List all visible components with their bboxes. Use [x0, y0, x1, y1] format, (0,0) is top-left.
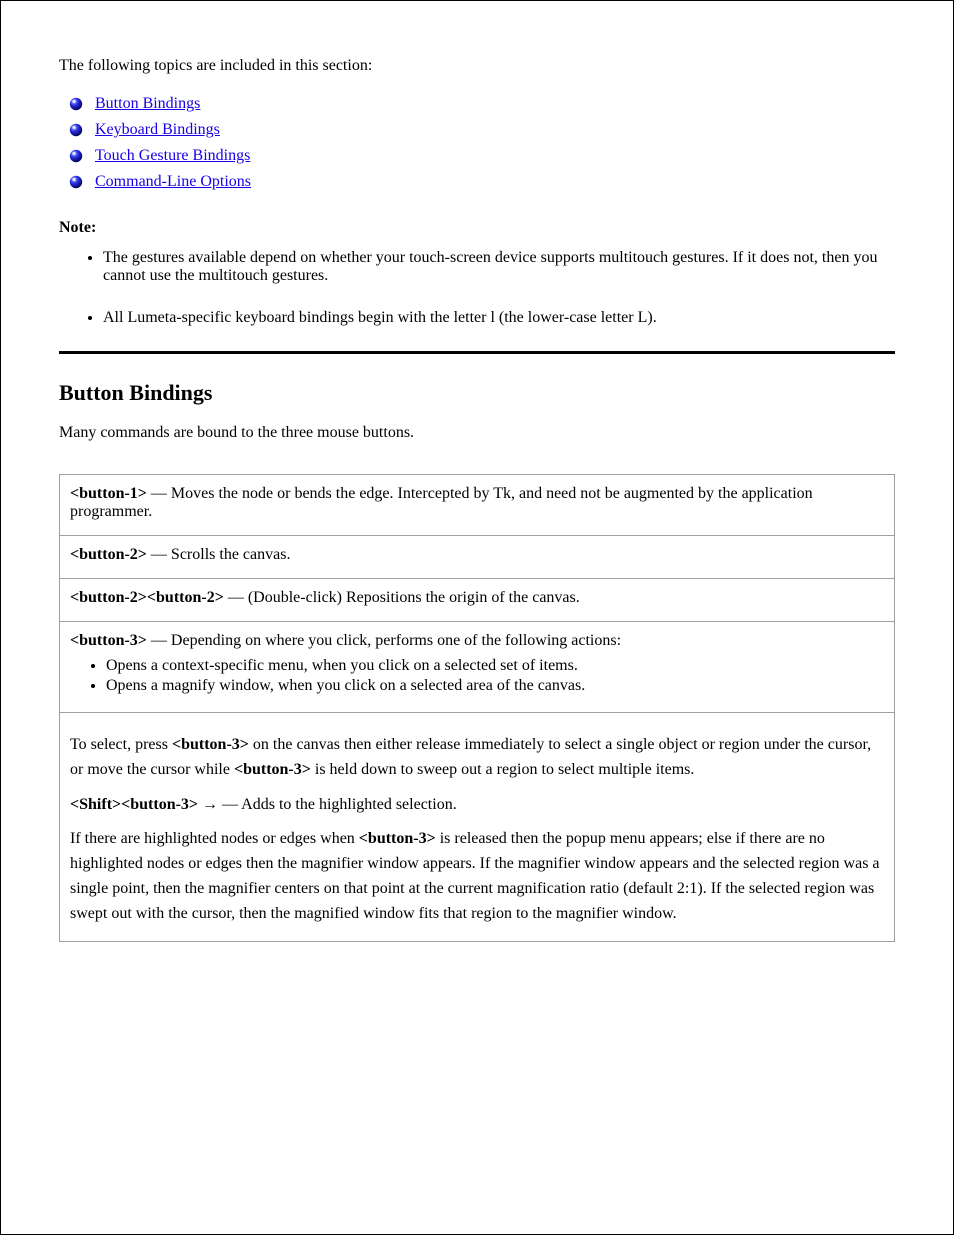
keystroke: <button-3>	[172, 736, 249, 753]
binding-description: —	[228, 589, 248, 606]
list-item: Keyboard Bindings	[69, 117, 895, 143]
paragraph: To select, press <button-3> on the canva…	[70, 733, 884, 783]
divider	[59, 351, 895, 354]
list-item: Command-Line Options	[69, 169, 895, 195]
bullet-icon	[69, 97, 83, 111]
section-description: Many commands are bound to the three mou…	[59, 424, 895, 442]
table-row: <button-2><button-2> — (Double-click) Re…	[60, 579, 895, 622]
text: To select, press	[70, 736, 172, 753]
table-row: <button-2> — Scrolls the canvas.	[60, 536, 895, 579]
note-item: The gestures available depend on whether…	[103, 249, 895, 285]
note-list: The gestures available depend on whether…	[59, 249, 895, 327]
inner-list: Opens a context-specific menu, when you …	[70, 656, 884, 696]
topic-link-keyboard-bindings[interactable]: Keyboard Bindings	[95, 121, 220, 139]
binding-description: Moves the node or bends the edge. Interc…	[70, 485, 813, 520]
table-row: To select, press <button-3> on the canva…	[60, 713, 895, 942]
topic-link-button-bindings[interactable]: Button Bindings	[95, 95, 200, 113]
intro-text: The following topics are included in thi…	[59, 57, 895, 75]
paragraph: If there are highlighted nodes or edges …	[70, 827, 884, 926]
binding-description: —	[151, 546, 171, 563]
text: If there are highlighted nodes or edges …	[70, 830, 359, 847]
paragraph: <Shift><button-3> → — Adds to the highli…	[70, 793, 884, 818]
table-row: <button-1> — Moves the node or bends the…	[60, 475, 895, 536]
text: — Adds to the highlighted selection.	[222, 796, 457, 813]
keystroke: <button-3>	[359, 830, 436, 847]
bullet-icon	[69, 175, 83, 189]
topic-list: Button Bindings Keyboard Bindings Touch …	[59, 91, 895, 195]
keystroke: <button-3>	[234, 761, 311, 778]
keystroke: <Shift><button-3>	[70, 796, 198, 813]
table-row: <button-3> — Depending on where you clic…	[60, 622, 895, 713]
text: is held down to sweep out a region to se…	[315, 761, 694, 778]
bindings-table: <button-1> — Moves the node or bends the…	[59, 474, 895, 942]
binding-description: Depending on where you click, performs o…	[171, 632, 621, 649]
note-item: All Lumeta-specific keyboard bindings be…	[103, 309, 895, 327]
binding-description: (Double-click) Repositions the origin of…	[248, 589, 580, 606]
topic-link-touch-gesture[interactable]: Touch Gesture Bindings	[95, 147, 250, 165]
bullet-icon	[69, 123, 83, 137]
binding-command: <button-2>	[70, 546, 147, 563]
arrow-icon: →	[202, 796, 222, 813]
list-item: Opens a context-specific menu, when you …	[106, 656, 884, 676]
binding-description: —	[151, 632, 171, 649]
binding-command: <button-1>	[70, 485, 147, 502]
topic-link-cmdline[interactable]: Command-Line Options	[95, 173, 251, 191]
note-label: Note:	[59, 219, 895, 237]
binding-description: Scrolls the canvas.	[171, 546, 291, 563]
bullet-icon	[69, 149, 83, 163]
list-item: Opens a magnify window, when you click o…	[106, 676, 884, 696]
binding-command: <button-2><button-2>	[70, 589, 224, 606]
section-heading: Button Bindings	[59, 380, 895, 406]
list-item: Touch Gesture Bindings	[69, 143, 895, 169]
binding-description: —	[151, 485, 171, 502]
list-item: Button Bindings	[69, 91, 895, 117]
binding-command: <button-3>	[70, 632, 147, 649]
